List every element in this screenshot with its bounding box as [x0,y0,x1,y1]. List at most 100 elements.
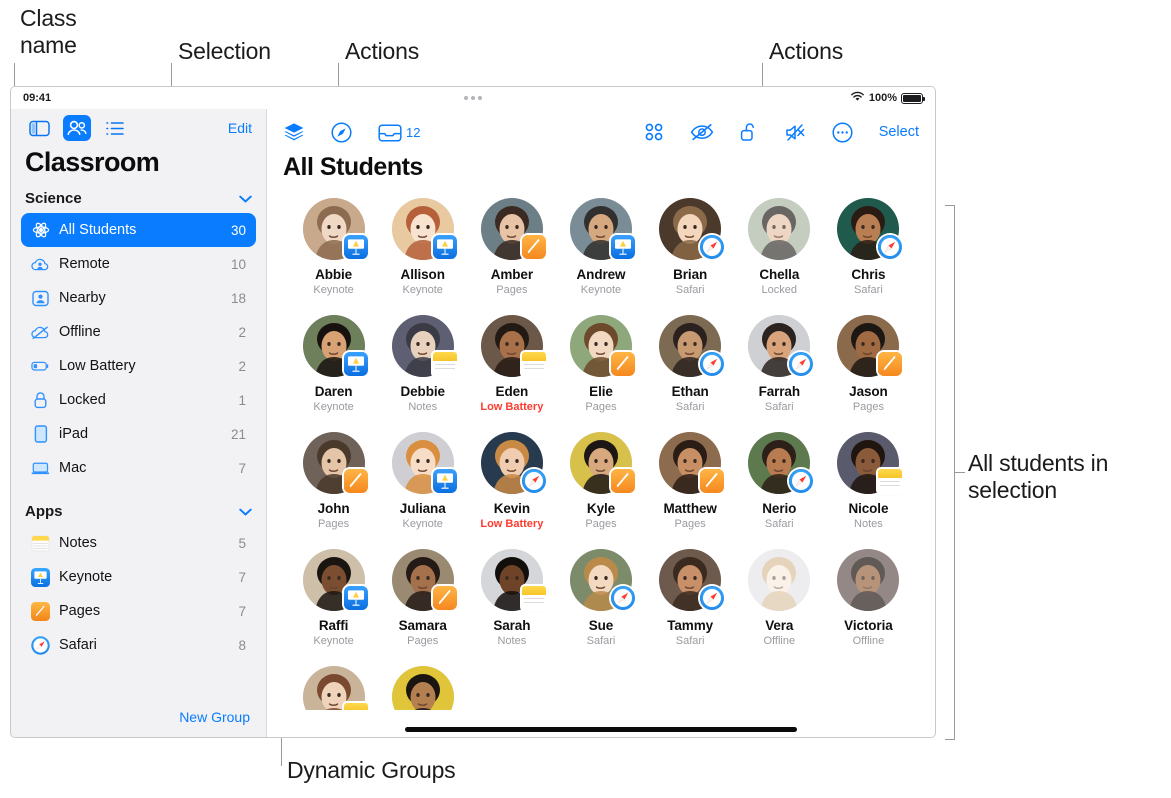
sidebar-item-all-students[interactable]: All Students 30 [21,213,256,247]
avatar-wrapper [480,549,546,611]
avatar-wrapper [837,549,900,611]
student-card[interactable]: Kevin Low Battery [467,432,556,549]
student-card[interactable]: Nicole Notes [824,432,913,549]
layers-icon[interactable] [283,122,305,142]
sidebar-item-pages[interactable]: Pages 7 [21,594,256,628]
avatar-wrapper [391,198,457,260]
chevron-down-icon[interactable] [239,504,252,519]
new-group-button[interactable]: New Group [11,699,266,737]
student-card[interactable]: Chris Safari [824,198,913,315]
list-view-icon[interactable] [101,115,129,141]
student-card[interactable]: Eden Low Battery [467,315,556,432]
sidebar-item-remote[interactable]: Remote 10 [21,247,256,281]
inbox-tray-icon[interactable]: 12 [378,123,420,142]
edit-button[interactable]: Edit [228,120,252,136]
student-name: Nerio [762,501,797,516]
sidebar-item-low-battery[interactable]: Low Battery 2 [21,349,256,383]
chevron-down-icon[interactable] [239,191,252,206]
student-card[interactable] [289,666,378,710]
student-card[interactable]: Samara Pages [378,549,467,666]
callout-line-class-name [14,63,15,87]
student-name: Chella [759,267,800,282]
sidebar-item-locked[interactable]: Locked 1 [21,383,256,417]
student-card[interactable]: Ethan Safari [646,315,735,432]
lock-open-icon[interactable] [740,122,759,142]
avatar-wrapper [480,198,546,260]
student-status: Offline [852,635,885,647]
student-status: Safari [675,635,705,647]
sidebar-item-mac[interactable]: Mac 7 [21,451,256,485]
student-card[interactable]: Kyle Pages [556,432,645,549]
three-dots-icon[interactable] [11,87,935,109]
student-card[interactable] [378,666,467,710]
student-status: Notes [497,635,527,647]
sidebar-toggle-icon[interactable] [25,115,53,141]
student-card[interactable]: Jason Pages [824,315,913,432]
student-card[interactable]: Amber Pages [467,198,556,315]
avatar-wrapper [748,432,814,494]
eye-slash-icon[interactable] [690,123,714,141]
student-card[interactable]: Vera Offline [735,549,824,666]
student-status: Pages [585,518,617,530]
sidebar-item-ipad[interactable]: iPad 21 [21,417,256,451]
speaker-mute-icon[interactable] [785,123,806,142]
sidebar-item-keynote[interactable]: Keynote 7 [21,560,256,594]
student-card[interactable]: Raffi Keynote [289,549,378,666]
student-card[interactable]: Andrew Keynote [556,198,645,315]
student-card[interactable]: Abbie Keynote [289,198,378,315]
student-card[interactable]: Sarah Notes [467,549,556,666]
student-card[interactable]: Debbie Notes [378,315,467,432]
student-card[interactable]: John Pages [289,432,378,549]
sidebar-item-label: Pages [59,603,101,619]
sidebar-item-count: 21 [230,426,246,442]
sidebar-item-count: 8 [238,637,246,653]
keynote-badge-icon [343,586,368,610]
select-button[interactable]: Select [879,124,919,140]
student-name: Debbie [400,384,446,399]
sidebar-item-notes[interactable]: Notes 5 [21,526,256,560]
student-card[interactable]: Matthew Pages [646,432,735,549]
safari-badge-icon [789,352,814,376]
sidebar-item-label: Keynote [59,569,113,585]
sidebar-view-controls: Edit [11,109,266,145]
safari-navigate-icon[interactable] [331,121,352,143]
lock-icon [31,391,50,410]
notes-badge-icon [521,586,546,610]
more-ellipsis-icon[interactable] [832,121,853,143]
callout-selection: Selection [178,38,271,64]
student-card[interactable]: Brian Safari [646,198,735,315]
avatar-wrapper [391,549,457,611]
student-card[interactable]: Juliana Keynote [378,432,467,549]
student-card[interactable]: Daren Keynote [289,315,378,432]
student-card[interactable]: Chella Locked [735,198,824,315]
student-name: Raffi [318,618,349,633]
student-card[interactable]: Sue Safari [556,549,645,666]
people-view-icon[interactable] [63,115,91,141]
callout-dynamic-groups: Dynamic Groups [287,757,456,783]
student-card[interactable]: Tammy Safari [646,549,735,666]
grid-apps-icon[interactable] [644,122,664,142]
battery-percent-label: 100% [868,92,897,104]
student-card[interactable]: Allison Keynote [378,198,467,315]
sidebar-item-offline[interactable]: Offline 2 [21,315,256,349]
notes-badge-icon [343,703,368,710]
sidebar-item-safari[interactable]: Safari 8 [21,628,256,662]
student-status: Keynote [313,284,354,296]
student-name: Samara [398,618,447,633]
safari-badge-icon [700,235,725,259]
student-card[interactable]: Nerio Safari [735,432,824,549]
safari-badge-icon [700,352,725,376]
student-card[interactable]: Elie Pages [556,315,645,432]
student-status: Pages [852,401,885,413]
ipad-icon [31,425,50,444]
student-card[interactable]: Victoria Offline [824,549,913,666]
student-card[interactable]: Farrah Safari [735,315,824,432]
avatar [391,666,454,710]
sidebar-item-nearby[interactable]: Nearby 18 [21,281,256,315]
sidebar-item-label: Low Battery [59,358,136,374]
mac-icon [31,459,50,478]
notes-badge-icon [878,469,903,493]
avatar-wrapper [302,549,368,611]
sidebar-section-apps[interactable]: Apps [11,499,266,526]
sidebar-section-science[interactable]: Science [11,186,266,213]
